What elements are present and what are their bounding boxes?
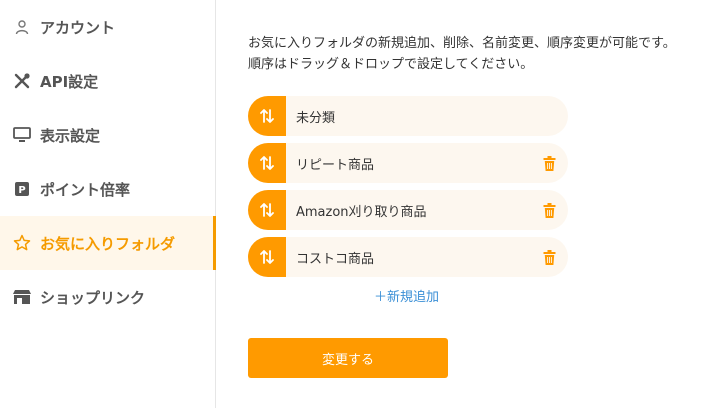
description: お気に入りフォルダの新規追加、削除、名前変更、順序変更が可能です。 順序はドラッ…	[248, 33, 718, 75]
folder-name[interactable]: Amazon刈り取り商品	[296, 201, 538, 220]
sort-arrows-icon	[260, 250, 274, 264]
user-icon	[12, 17, 32, 37]
sidebar-item-api-settings[interactable]: API設定	[0, 54, 216, 108]
drag-handle[interactable]	[248, 237, 286, 277]
sort-arrows-icon	[260, 203, 274, 217]
drag-handle[interactable]	[248, 143, 286, 183]
drag-handle[interactable]	[248, 96, 286, 136]
folder-name[interactable]: リピート商品	[296, 154, 538, 173]
sidebar-item-shop-links[interactable]: ショップリンク	[0, 270, 216, 324]
tools-icon	[12, 71, 32, 91]
description-line: 順序はドラッグ＆ドロップで設定してください。	[248, 57, 534, 72]
sidebar-item-label: ポイント倍率	[40, 180, 131, 199]
shop-icon	[12, 287, 32, 307]
sidebar-item-label: アカウント	[40, 18, 116, 37]
sidebar-item-label: API設定	[40, 72, 99, 91]
drag-handle[interactable]	[248, 190, 286, 230]
sidebar: アカウント API設定 表示設定 P ポイント倍率 お気に入りフォルダ ショップ…	[0, 0, 216, 408]
sidebar-item-display-settings[interactable]: 表示設定	[0, 108, 216, 162]
folder-name[interactable]: コストコ商品	[296, 248, 538, 267]
save-changes-button[interactable]: 変更する	[248, 338, 448, 378]
folder-row: Amazon刈り取り商品	[248, 190, 568, 230]
trash-icon[interactable]	[538, 246, 560, 268]
sidebar-item-label: 表示設定	[40, 126, 101, 145]
main-content: お気に入りフォルダの新規追加、削除、名前変更、順序変更が可能です。 順序はドラッ…	[216, 0, 723, 408]
sidebar-item-label: ショップリンク	[40, 288, 146, 307]
sidebar-item-point-rate[interactable]: P ポイント倍率	[0, 162, 216, 216]
sort-arrows-icon	[260, 109, 274, 123]
folder-row: 未分類	[248, 96, 568, 136]
sidebar-item-favorite-folders[interactable]: お気に入りフォルダ	[0, 216, 216, 270]
sort-arrows-icon	[260, 156, 274, 170]
trash-icon[interactable]	[538, 152, 560, 174]
sidebar-item-account[interactable]: アカウント	[0, 0, 216, 54]
folder-name[interactable]: 未分類	[296, 107, 568, 126]
trash-icon[interactable]	[538, 199, 560, 221]
add-folder-link[interactable]: ＋新規追加	[374, 286, 439, 305]
svg-text:P: P	[18, 185, 25, 196]
folder-row: リピート商品	[248, 143, 568, 183]
star-icon	[12, 233, 32, 253]
folder-row: コストコ商品	[248, 237, 568, 277]
points-icon: P	[12, 179, 32, 199]
description-line: お気に入りフォルダの新規追加、削除、名前変更、順序変更が可能です。	[248, 36, 676, 51]
sidebar-item-label: お気に入りフォルダ	[40, 234, 176, 253]
monitor-icon	[12, 125, 32, 145]
